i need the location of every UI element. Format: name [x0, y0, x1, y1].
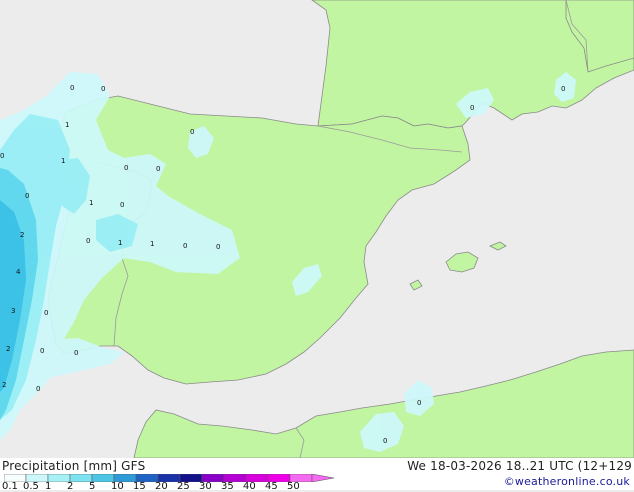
- legend-label: 0.1: [2, 481, 18, 492]
- map-label: 3: [11, 307, 15, 315]
- legend-label: 30: [199, 481, 212, 492]
- map-label: 2: [6, 345, 10, 353]
- legend-arrow: [311, 474, 334, 482]
- map-label: 0: [417, 399, 421, 407]
- legend-label: 2: [67, 481, 74, 492]
- map-label: 0: [74, 349, 78, 357]
- map-label: 4: [16, 268, 21, 276]
- map-label: 2: [2, 381, 6, 389]
- map-label: 0: [40, 347, 44, 355]
- map-label: 0: [44, 309, 48, 317]
- map-label: 0: [216, 243, 220, 251]
- legend-label: 15: [133, 481, 146, 492]
- map-label: 0: [470, 104, 474, 112]
- map-label: 0: [124, 164, 128, 172]
- map-label: 0: [561, 85, 565, 93]
- legend-label: 25: [177, 481, 190, 492]
- map-label: 1: [89, 199, 93, 207]
- map-label: 0: [156, 165, 160, 173]
- legend-label: 50: [287, 481, 300, 492]
- map-label: 1: [118, 239, 122, 247]
- forecast-datetime: We 18-03-2026 18..21 UTC (12+129: [407, 459, 632, 473]
- legend-label: 20: [155, 481, 168, 492]
- map-label: 0: [70, 84, 74, 92]
- legend-label: 35: [221, 481, 234, 492]
- legend-label: 1: [45, 481, 52, 492]
- legend-label: 10: [111, 481, 124, 492]
- map-label: 1: [65, 121, 69, 129]
- map-view: 0 0 1 1 0 0 1 0 0 0 1 1 0 0 0 0 2 4 3 2 …: [0, 0, 634, 492]
- map-label: 0: [183, 242, 187, 250]
- map-label: 0: [86, 237, 90, 245]
- map-label: 1: [61, 157, 65, 165]
- map-label: 0: [120, 201, 124, 209]
- map-label: 0: [25, 192, 29, 200]
- map-label: 2: [20, 231, 24, 239]
- map-footer: Precipitation [mm] GFS We 18-03-2026 18.…: [0, 458, 634, 492]
- legend-label: 40: [243, 481, 256, 492]
- map-label: 0: [383, 437, 387, 445]
- map-label: 0: [36, 385, 40, 393]
- legend-colorbar: [4, 474, 334, 482]
- map-label: 0: [101, 85, 105, 93]
- credit-link[interactable]: ©weatheronline.co.uk: [504, 475, 630, 488]
- legend-label: 0.5: [23, 481, 39, 492]
- map-title: Precipitation [mm] GFS: [2, 459, 146, 473]
- map-label: 0: [0, 152, 4, 160]
- legend-label: 45: [265, 481, 278, 492]
- precipitation-map: 0 0 1 1 0 0 1 0 0 0 1 1 0 0 0 0 2 4 3 2 …: [0, 0, 634, 458]
- map-label: 0: [190, 128, 194, 136]
- legend-label: 5: [89, 481, 96, 492]
- map-label: 1: [150, 240, 154, 248]
